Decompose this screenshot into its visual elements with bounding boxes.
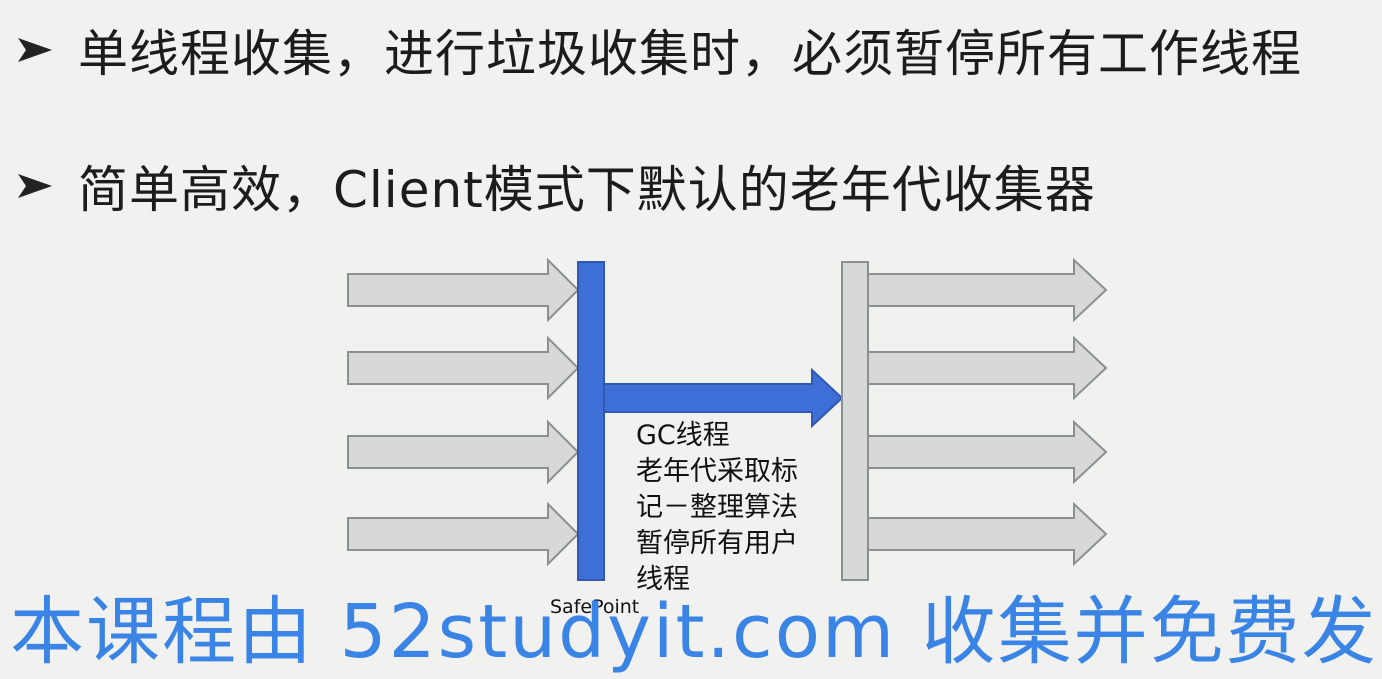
thread-arrow (867, 419, 1108, 485)
gc-note-line: 老年代采取标 (636, 456, 798, 487)
user-thread-arrows-after (867, 257, 1108, 567)
resume-bar (841, 261, 869, 581)
gc-safepoint-bar (577, 261, 605, 581)
gc-note: GC线程 老年代采取标 记－整理算法 暂停所有用户 线程 (636, 418, 798, 598)
gc-note-line: 记－整理算法 (636, 492, 798, 523)
gc-note-line: GC线程 (636, 420, 730, 451)
thread-arrow (867, 335, 1108, 401)
thread-arrow (867, 501, 1108, 567)
thread-arrow (347, 419, 580, 485)
user-thread-arrows-before (347, 257, 580, 567)
thread-arrow (347, 257, 580, 323)
thread-arrow (347, 501, 580, 567)
watermark-text: 本课程由 52studyit.com 收集并免费发 (10, 589, 1378, 675)
gc-note-line: 暂停所有用户 (636, 528, 798, 559)
thread-arrow (347, 335, 580, 401)
thread-arrow (867, 257, 1108, 323)
